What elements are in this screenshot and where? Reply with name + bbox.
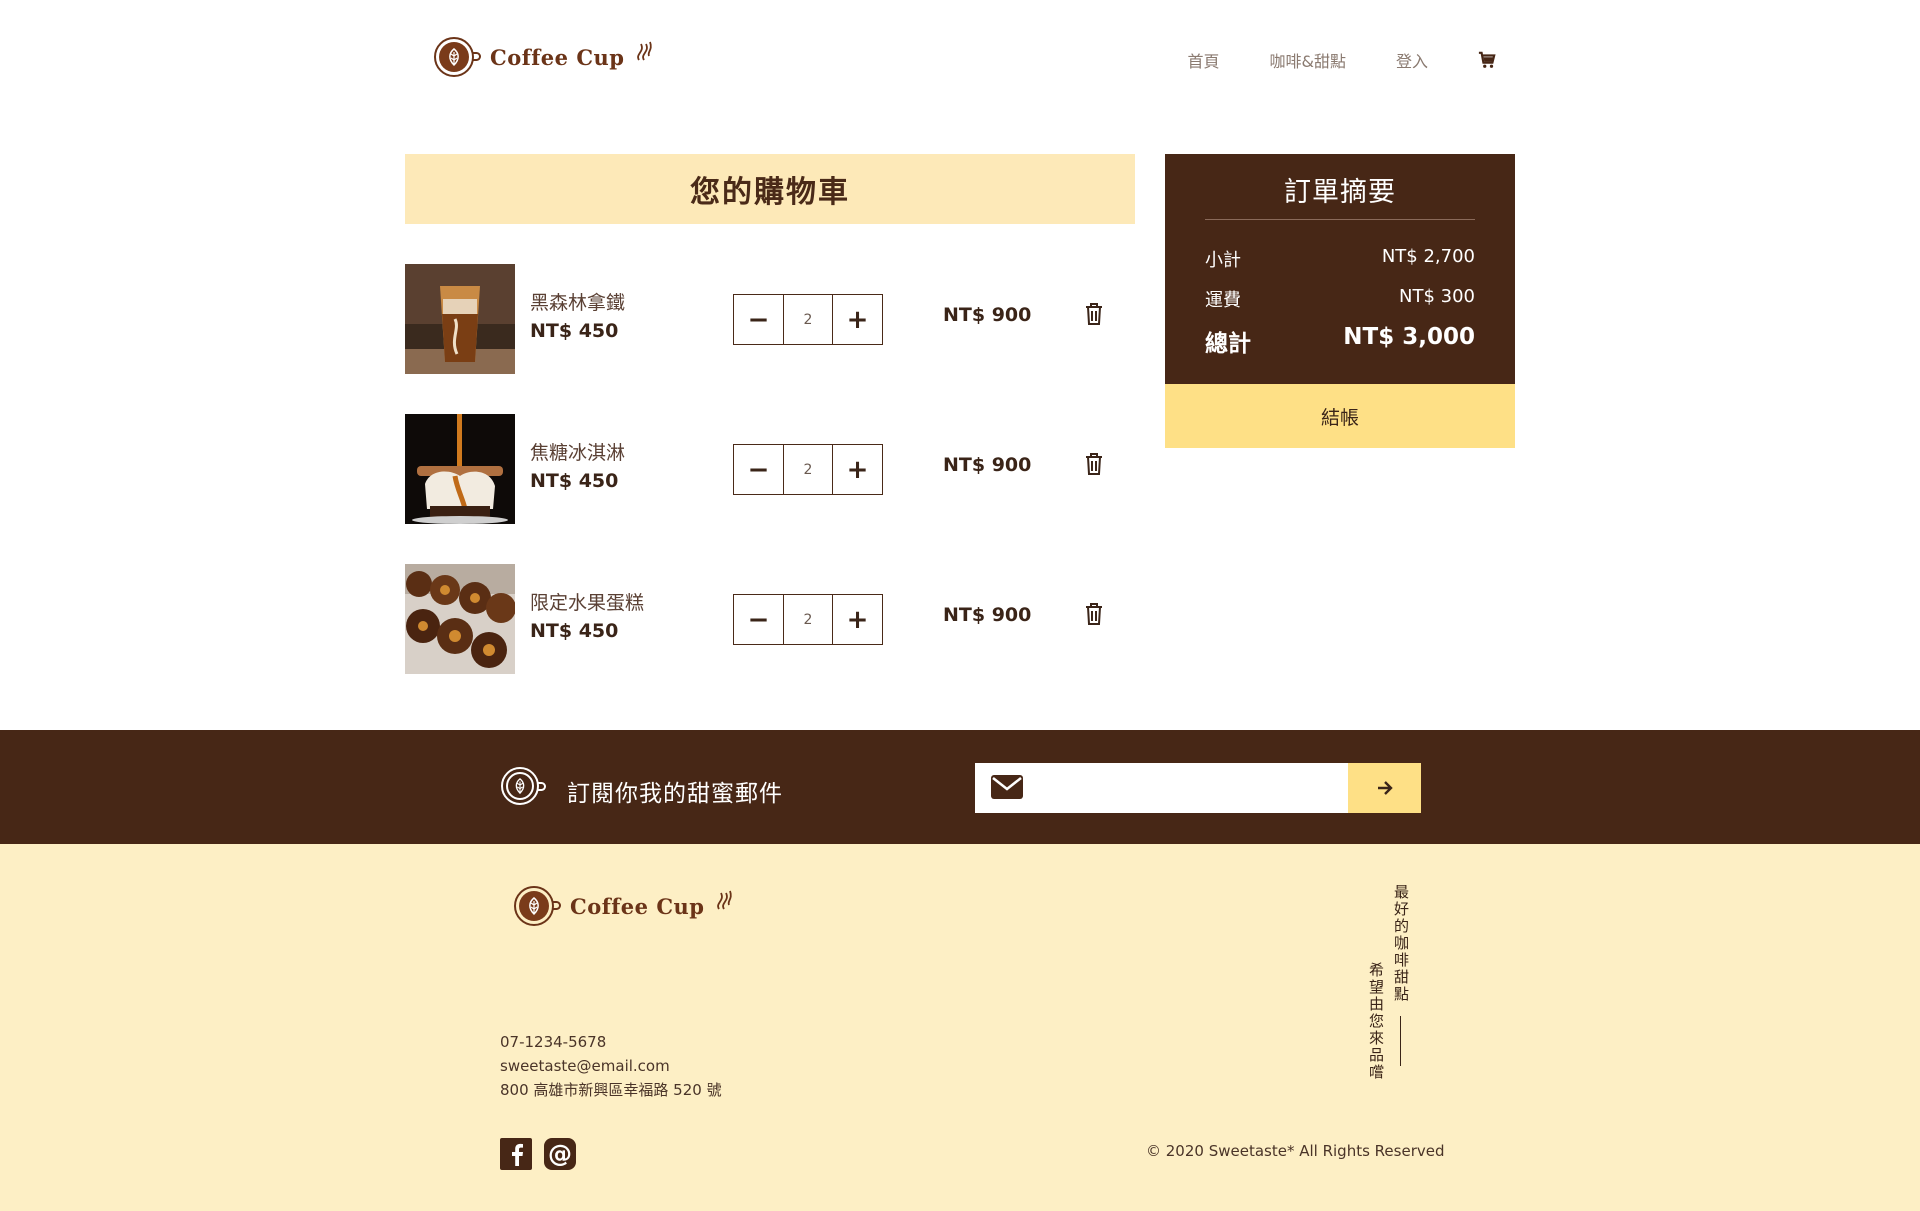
quantity-value[interactable]: 2 xyxy=(783,445,833,494)
envelope-icon xyxy=(991,775,1023,799)
quantity-stepper: − 2 + xyxy=(733,294,883,345)
contact-phone: 07-1234-5678 xyxy=(500,1033,607,1051)
email-field-box xyxy=(975,763,1348,813)
summary-divider xyxy=(1205,219,1475,220)
quantity-value[interactable]: 2 xyxy=(783,595,833,644)
facebook-icon[interactable] xyxy=(500,1138,532,1170)
item-name: 焦糖冰淇淋 xyxy=(530,442,626,464)
subscribe-band: 訂閱你我的甜蜜郵件 xyxy=(0,730,1920,844)
cart-item-row: 限定水果蛋糕 NT$ 450 − 2 + NT$ 900 xyxy=(405,564,1135,674)
header: Coffee Cup 首頁 咖啡&甜點 登入 xyxy=(0,0,1920,120)
nav-login[interactable]: 登入 xyxy=(1396,48,1428,72)
footer-logo-text: Coffee Cup xyxy=(570,893,705,919)
slogan-divider xyxy=(1400,1016,1401,1066)
cart-title: 您的購物車 xyxy=(690,175,850,210)
total-value: NT$ 3,000 xyxy=(1343,324,1475,350)
slogan-line-2: 希望由您來品嚐 xyxy=(1367,962,1385,1081)
increase-button[interactable]: + xyxy=(833,595,882,644)
contact-info: 07-1234-5678 sweetaste@email.com 800 高雄市… xyxy=(500,1030,722,1102)
logo[interactable]: Coffee Cup xyxy=(434,37,655,77)
footer-logo[interactable]: Coffee Cup xyxy=(514,886,735,926)
decrease-button[interactable]: − xyxy=(734,295,783,344)
shipping-value: NT$ 300 xyxy=(1399,286,1475,307)
cart-item-row: 黑森林拿鐵 NT$ 450 − 2 + NT$ 900 xyxy=(405,264,1135,374)
checkout-button[interactable]: 結帳 xyxy=(1165,384,1515,448)
trash-icon[interactable] xyxy=(1084,602,1104,626)
item-image-caramel-icecream xyxy=(405,414,515,524)
page: Coffee Cup 首頁 咖啡&甜點 登入 您的購物車 黑森林拿鐵 NT$ 4… xyxy=(0,0,1920,1211)
quantity-stepper: − 2 + xyxy=(733,594,883,645)
item-subtotal: NT$ 900 xyxy=(943,604,1032,626)
subtotal-label: 小計 xyxy=(1205,250,1241,271)
item-image-fruit-cake xyxy=(405,564,515,674)
total-label: 總計 xyxy=(1205,331,1251,357)
quantity-value[interactable]: 2 xyxy=(783,295,833,344)
summary-subtotal-row: 小計 NT$ 2,700 xyxy=(1205,246,1475,272)
item-subtotal: NT$ 900 xyxy=(943,304,1032,326)
subscribe-submit-button[interactable] xyxy=(1348,763,1421,813)
item-price: NT$ 450 xyxy=(530,620,619,642)
item-price: NT$ 450 xyxy=(530,470,619,492)
main-nav: 首頁 咖啡&甜點 登入 xyxy=(1137,48,1496,72)
coffee-cup-logo-icon xyxy=(434,37,481,77)
steam-icon xyxy=(636,41,652,61)
decrease-button[interactable]: − xyxy=(734,595,783,644)
steam-icon xyxy=(716,890,732,910)
order-summary: 訂單摘要 小計 NT$ 2,700 運費 NT$ 300 總計 NT$ 3,00… xyxy=(1165,154,1515,384)
arrow-right-icon xyxy=(1377,781,1393,795)
logo-text: Coffee Cup xyxy=(490,44,625,70)
coffee-cup-logo-icon xyxy=(501,767,546,805)
increase-button[interactable]: + xyxy=(833,295,882,344)
footer: Coffee Cup 07-1234-5678 sweetaste@email.… xyxy=(0,844,1920,1211)
copyright: © 2020 Sweetaste* All Rights Reserved xyxy=(1146,1142,1445,1160)
decrease-button[interactable]: − xyxy=(734,445,783,494)
increase-button[interactable]: + xyxy=(833,445,882,494)
trash-icon[interactable] xyxy=(1084,302,1104,326)
subscribe-text: 訂閱你我的甜蜜郵件 xyxy=(567,781,783,807)
cart-title-banner: 您的購物車 xyxy=(405,154,1135,224)
coffee-cup-logo-icon xyxy=(514,886,561,926)
shipping-label: 運費 xyxy=(1205,290,1241,311)
nav-menu[interactable]: 咖啡&甜點 xyxy=(1270,48,1346,72)
subtotal-value: NT$ 2,700 xyxy=(1381,246,1475,267)
item-price: NT$ 450 xyxy=(530,320,619,342)
contact-address: 800 高雄市新興區幸福路 520 號 xyxy=(500,1081,722,1099)
at-sign-icon[interactable]: @ xyxy=(544,1138,576,1170)
summary-total-row: 總計 NT$ 3,000 xyxy=(1205,324,1475,358)
summary-shipping-row: 運費 NT$ 300 xyxy=(1205,286,1475,312)
social-links: @ xyxy=(500,1138,588,1170)
summary-title: 訂單摘要 xyxy=(1284,177,1396,208)
contact-email: sweetaste@email.com xyxy=(500,1057,670,1075)
item-name: 限定水果蛋糕 xyxy=(530,592,645,614)
subscribe-logo xyxy=(501,767,546,805)
item-subtotal: NT$ 900 xyxy=(943,454,1032,476)
cart-icon[interactable] xyxy=(1478,51,1496,69)
item-image-latte xyxy=(405,264,515,374)
slogan-line-1: 最好的咖啡甜點 xyxy=(1392,884,1410,1003)
cart-item-row: 焦糖冰淇淋 NT$ 450 − 2 + NT$ 900 xyxy=(405,414,1135,524)
email-input[interactable] xyxy=(1041,763,1341,813)
item-name: 黑森林拿鐵 xyxy=(530,292,626,314)
trash-icon[interactable] xyxy=(1084,452,1104,476)
quantity-stepper: − 2 + xyxy=(733,444,883,495)
nav-home[interactable]: 首頁 xyxy=(1187,48,1219,72)
